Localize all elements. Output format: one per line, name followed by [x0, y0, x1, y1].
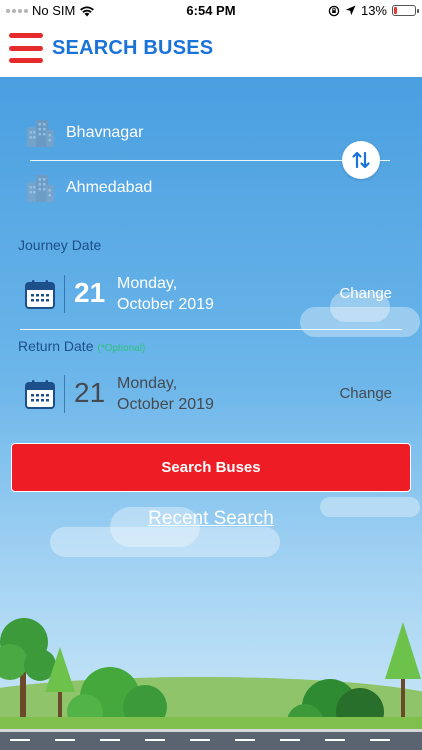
journey-date-field[interactable]: 21 Monday, October 2019 Change	[24, 273, 404, 317]
to-city-label: Ahmedabad	[66, 179, 153, 196]
hamburger-menu-icon[interactable]	[9, 33, 43, 63]
battery-fill	[394, 7, 397, 14]
status-right: 13%	[328, 3, 419, 18]
to-city-field[interactable]: Ahmedabad	[24, 172, 152, 204]
app-header: SEARCH BUSES	[0, 22, 422, 77]
from-city-label: Bhavnagar	[66, 124, 144, 141]
optional-note: (*Optional)	[97, 343, 146, 354]
journey-divider	[20, 329, 402, 330]
return-date-text: Return Date	[18, 338, 94, 354]
city-building-icon	[27, 175, 54, 202]
battery-icon	[392, 5, 419, 16]
status-bar: No SIM 6:54 PM 13%	[0, 0, 422, 22]
journey-day: 21	[74, 277, 106, 308]
location-arrow-icon	[345, 5, 356, 16]
return-date-text-block: Monday, October 2019	[117, 373, 214, 415]
route-divider	[30, 160, 390, 161]
city-building-icon	[27, 120, 54, 147]
battery-percent: 13%	[360, 3, 387, 18]
recent-search-link[interactable]: Recent Search	[0, 508, 422, 530]
return-month-year: October 2019	[117, 396, 214, 413]
return-date-label: Return Date (*Optional)	[18, 338, 145, 354]
date-separator	[64, 275, 65, 313]
swap-arrows-glyph	[352, 151, 370, 169]
search-buses-button[interactable]: Search Buses	[11, 443, 411, 492]
calendar-icon	[25, 380, 55, 409]
date-separator	[64, 375, 65, 413]
calendar-icon	[25, 280, 55, 309]
return-change-link[interactable]: Change	[339, 385, 392, 402]
orientation-lock-icon	[328, 5, 340, 16]
return-day: 21	[74, 377, 106, 408]
journey-change-link[interactable]: Change	[339, 285, 392, 302]
journey-month-year: October 2019	[117, 296, 214, 313]
swap-arrows-icon[interactable]	[342, 141, 380, 179]
return-date-field[interactable]: 21 Monday, October 2019 Change	[24, 373, 404, 417]
journey-weekday: Monday,	[117, 275, 178, 292]
journey-date-label: Journey Date	[18, 237, 102, 253]
journey-date-text: Monday, October 2019	[117, 273, 214, 315]
scenery-illustration	[0, 618, 422, 750]
return-weekday: Monday,	[117, 375, 178, 392]
search-panel: Bhavnagar Ahmedabad Journey Date 21 Mond…	[0, 77, 422, 750]
page-title: SEARCH BUSES	[52, 37, 214, 59]
from-city-field[interactable]: Bhavnagar	[24, 117, 143, 149]
